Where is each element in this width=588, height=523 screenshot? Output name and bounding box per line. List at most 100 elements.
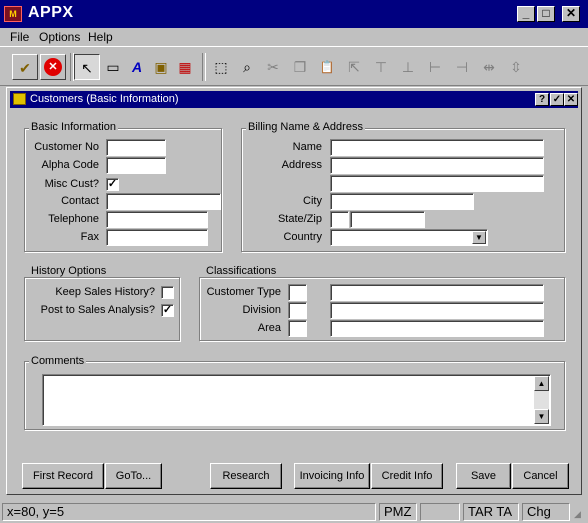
address-label: Address <box>281 159 322 171</box>
menu-file[interactable]: File <box>10 30 29 44</box>
chevron-down-icon[interactable]: ▼ <box>472 231 486 244</box>
maximize-button[interactable]: □ <box>537 6 555 22</box>
app-title-bar: M APPX _ □ ✕ <box>0 0 588 28</box>
cut-icon[interactable]: ✂ <box>260 54 286 80</box>
customer-type-label: Customer Type <box>206 286 281 298</box>
app-logo-icon: M <box>4 6 22 22</box>
city-field[interactable] <box>330 193 474 210</box>
pointer-icon[interactable]: ↖ <box>74 54 100 80</box>
post-sales-label: Post to Sales Analysis? <box>40 304 155 316</box>
status-chg: Chg <box>522 503 570 521</box>
area-desc-field[interactable] <box>330 320 544 337</box>
first-record-button[interactable]: First Record <box>22 463 104 489</box>
cancel-circle: ✕ <box>44 58 62 76</box>
menu-options[interactable]: Options <box>39 30 80 44</box>
menu-help[interactable]: Help <box>88 30 113 44</box>
invoicing-info-button[interactable]: Invoicing Info <box>294 463 370 489</box>
state-zip-label: State/Zip <box>277 213 322 225</box>
telephone-field[interactable] <box>106 211 208 228</box>
area-label: Area <box>257 322 281 334</box>
ok-button[interactable]: ✓ <box>550 93 564 106</box>
goto-button[interactable]: GoTo... <box>105 463 162 489</box>
align-top-icon[interactable]: ⊤ <box>368 54 394 80</box>
customer-no-field[interactable] <box>106 139 166 156</box>
customer-no-label: Customer No <box>34 141 99 153</box>
name-field[interactable] <box>330 139 544 156</box>
scroll-up-icon[interactable]: ▲ <box>534 376 549 391</box>
window-title: Customers (Basic Information) <box>30 93 179 105</box>
customer-type-desc-field[interactable] <box>330 284 544 301</box>
keep-sales-label: Keep Sales History? <box>55 286 155 298</box>
research-button[interactable]: Research <box>210 463 282 489</box>
status-mode: PMZ <box>379 503 417 521</box>
fax-label: Fax <box>80 231 99 243</box>
window-folder-icon <box>13 93 26 105</box>
zip-field[interactable] <box>350 211 425 228</box>
area-code-field[interactable] <box>288 320 307 337</box>
resize-grip-icon[interactable]: ◢ <box>574 509 586 521</box>
save-button[interactable]: Save <box>456 463 511 489</box>
classifications-label: Classifications <box>204 265 279 277</box>
alpha-code-label: Alpha Code <box>41 159 100 171</box>
app-title: APPX <box>28 4 74 21</box>
division-code-field[interactable] <box>288 302 307 319</box>
minimize-button[interactable]: _ <box>517 6 535 22</box>
align-bottom-icon[interactable]: ⊥ <box>395 54 421 80</box>
billing-label: Billing Name & Address <box>246 121 365 133</box>
scrollbar-track[interactable] <box>534 391 549 409</box>
same-height-icon[interactable]: ⇳ <box>503 54 529 80</box>
close-window-button[interactable]: ✕ <box>564 93 578 106</box>
contact-label: Contact <box>61 195 99 207</box>
comments-label: Comments <box>29 355 87 367</box>
history-options-label: History Options <box>29 265 109 277</box>
name-label: Name <box>292 141 322 153</box>
address-line2-field[interactable] <box>330 175 544 192</box>
country-select[interactable]: ▼ <box>330 229 488 246</box>
telephone-label: Telephone <box>48 213 99 225</box>
copy-icon[interactable]: ❐ <box>287 54 313 80</box>
select-box-icon[interactable]: ⬚ <box>208 54 234 80</box>
checkbox-edit-icon[interactable]: ✔ <box>12 54 38 80</box>
fax-field[interactable] <box>106 229 208 246</box>
align-right-icon[interactable]: ⊣ <box>449 54 475 80</box>
status-tarta: TAR TA <box>463 503 519 521</box>
align-left-icon[interactable]: ⊢ <box>422 54 448 80</box>
address-line1-field[interactable] <box>330 157 544 174</box>
misc-cust-checkbox[interactable]: ✓ <box>106 178 119 191</box>
find-icon[interactable]: ⌕ <box>234 54 260 80</box>
rectangle-icon[interactable]: ▭ <box>100 54 126 80</box>
cancel-icon[interactable]: ✕ <box>40 54 66 80</box>
window-title-bar: Customers (Basic Information) ? ✓ ✕ <box>10 91 578 108</box>
menu-bar: File Options Help <box>0 28 588 46</box>
help-button[interactable]: ? <box>535 93 549 106</box>
post-sales-checkbox[interactable]: ✓ <box>161 304 174 317</box>
image-icon[interactable]: ▣ <box>148 54 174 80</box>
status-blank <box>420 503 460 521</box>
comments-textarea[interactable]: ▲ ▼ <box>42 374 551 426</box>
state-field[interactable] <box>330 211 349 228</box>
misc-cust-label: Misc Cust? <box>44 178 99 190</box>
calendar-icon[interactable]: ▦ <box>172 54 198 80</box>
credit-info-button[interactable]: Credit Info <box>371 463 443 489</box>
export-icon[interactable]: ⇱ <box>341 54 367 80</box>
toolbar-separator <box>202 53 206 81</box>
text-tool-icon[interactable]: A <box>124 54 150 80</box>
paste-icon[interactable]: 📋 <box>314 54 340 80</box>
division-desc-field[interactable] <box>330 302 544 319</box>
customer-type-code-field[interactable] <box>288 284 307 301</box>
cancel-button[interactable]: Cancel <box>512 463 569 489</box>
city-label: City <box>303 195 322 207</box>
status-bar: x=80, y=5 PMZ TAR TA Chg ◢ <box>0 501 588 523</box>
country-label: Country <box>283 231 322 243</box>
scroll-down-icon[interactable]: ▼ <box>534 409 549 424</box>
status-coords: x=80, y=5 <box>2 503 376 521</box>
alpha-code-field[interactable] <box>106 157 166 174</box>
close-app-button[interactable]: ✕ <box>562 6 580 22</box>
basic-info-label: Basic Information <box>29 121 118 133</box>
keep-sales-checkbox[interactable] <box>161 286 174 299</box>
contact-field[interactable] <box>106 193 221 210</box>
same-width-icon[interactable]: ⇹ <box>476 54 502 80</box>
division-label: Division <box>242 304 281 316</box>
toolbar: ✔ ✕ ↖ ▭ A ▣ ▦ ⬚ ⌕ ✂ ❐ 📋 ⇱ ⊤ ⊥ ⊢ ⊣ ⇹ ⇳ <box>0 46 588 86</box>
customers-window: Customers (Basic Information) ? ✓ ✕ Basi… <box>6 87 582 495</box>
